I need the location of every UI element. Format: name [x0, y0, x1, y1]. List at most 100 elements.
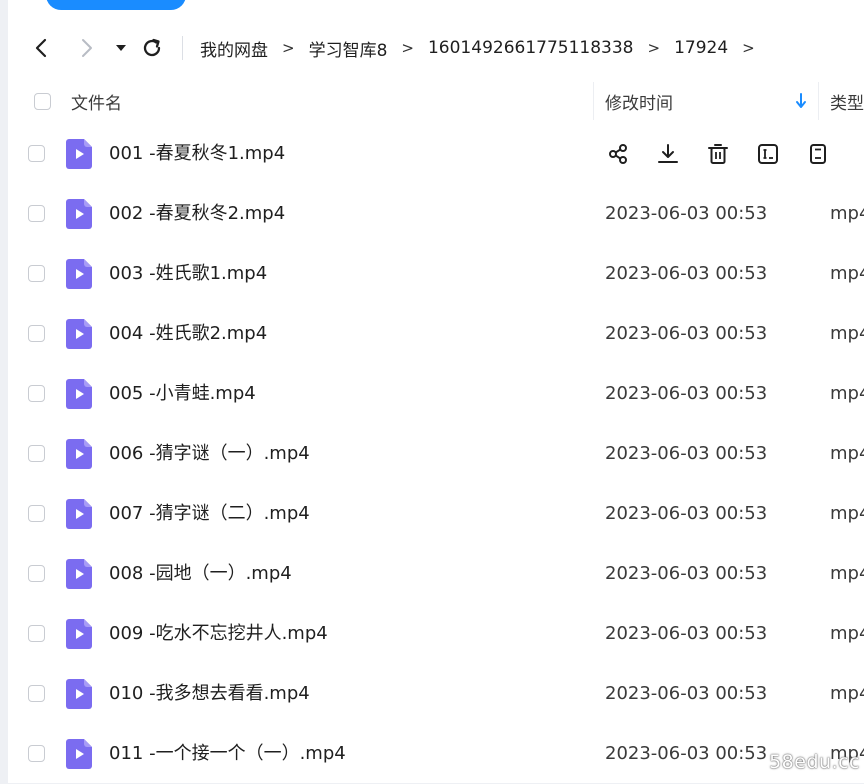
- file-modified-time: 2023-06-03 00:53: [605, 743, 768, 764]
- row-checkbox[interactable]: [28, 625, 45, 642]
- file-type: mp4: [830, 683, 864, 704]
- row-checkbox[interactable]: [28, 145, 45, 162]
- video-file-icon: [66, 439, 92, 469]
- file-name[interactable]: 011 -一个接一个（一）.mp4: [109, 724, 346, 784]
- row-checkbox[interactable]: [28, 265, 45, 282]
- file-name[interactable]: 005 -小青蛙.mp4: [109, 364, 256, 424]
- file-modified-time: 2023-06-03 00:53: [605, 263, 768, 284]
- column-header-name[interactable]: 文件名: [71, 74, 122, 128]
- file-type: mp4: [830, 203, 864, 224]
- file-modified-time: 2023-06-03 00:53: [605, 623, 768, 644]
- video-file-icon: [66, 319, 92, 349]
- file-type: mp4: [830, 323, 864, 344]
- file-modified-time: 2023-06-03 00:53: [605, 323, 768, 344]
- row-checkbox[interactable]: [28, 745, 45, 762]
- table-row[interactable]: 011 -一个接一个（一）.mp4 2023-06-03 00:53 mp4: [8, 724, 864, 784]
- video-file-icon: [66, 259, 92, 289]
- breadcrumb-item-folder[interactable]: 1601492661775118338: [428, 38, 634, 58]
- refresh-button[interactable]: [139, 35, 165, 61]
- row-checkbox[interactable]: [28, 685, 45, 702]
- row-checkbox[interactable]: [28, 205, 45, 222]
- download-button[interactable]: [655, 141, 681, 167]
- back-button[interactable]: [28, 35, 54, 61]
- file-name[interactable]: 001 -春夏秋冬1.mp4: [109, 124, 285, 184]
- forward-button[interactable]: [74, 35, 100, 61]
- share-button[interactable]: [605, 141, 631, 167]
- table-row[interactable]: 002 -春夏秋冬2.mp4 2023-06-03 00:53 mp4: [8, 184, 864, 244]
- breadcrumb-separator: >: [282, 39, 295, 57]
- table-row[interactable]: 001 -春夏秋冬1.mp4: [8, 124, 864, 184]
- row-checkbox[interactable]: [28, 565, 45, 582]
- file-modified-time: 2023-06-03 00:53: [605, 443, 768, 464]
- table-row[interactable]: 006 -猜字谜（一）.mp4 2023-06-03 00:53 mp4: [8, 424, 864, 484]
- file-type: mp4: [830, 383, 864, 404]
- download-icon: [658, 144, 678, 163]
- column-header-type[interactable]: 类型: [830, 74, 864, 128]
- file-browser-panel: 我的网盘 > 学习智库8 > 1601492661775118338 > 179…: [8, 0, 864, 783]
- table-row[interactable]: 010 -我多想去看看.mp4 2023-06-03 00:53 mp4: [8, 664, 864, 724]
- video-file-icon: [66, 139, 92, 169]
- refresh-icon: [143, 38, 161, 57]
- file-list-header: 文件名 修改时间 类型: [8, 74, 864, 129]
- video-file-icon: [66, 739, 92, 769]
- sort-descending-icon[interactable]: [794, 92, 808, 110]
- video-file-icon: [66, 619, 92, 649]
- file-name[interactable]: 002 -春夏秋冬2.mp4: [109, 184, 285, 244]
- share-icon: [609, 144, 627, 164]
- video-file-icon: [66, 199, 92, 229]
- video-file-icon: [66, 559, 92, 589]
- column-header-time[interactable]: 修改时间: [605, 74, 673, 128]
- file-info-icon: [810, 144, 826, 164]
- more-button[interactable]: [805, 141, 831, 167]
- rename-icon: [758, 144, 778, 164]
- rename-button[interactable]: [755, 141, 781, 167]
- table-row[interactable]: 004 -姓氏歌2.mp4 2023-06-03 00:53 mp4: [8, 304, 864, 364]
- chevron-right-icon: [82, 39, 92, 57]
- row-checkbox[interactable]: [28, 325, 45, 342]
- file-type: mp4: [830, 503, 864, 524]
- navigation-bar: 我的网盘 > 学习智库8 > 1601492661775118338 > 179…: [8, 22, 864, 74]
- file-name[interactable]: 004 -姓氏歌2.mp4: [109, 304, 267, 364]
- upload-button[interactable]: [46, 0, 186, 10]
- table-row[interactable]: 007 -猜字谜（二）.mp4 2023-06-03 00:53 mp4: [8, 484, 864, 544]
- breadcrumb-separator: >: [401, 39, 414, 57]
- delete-button[interactable]: [705, 141, 731, 167]
- nav-divider: [182, 36, 183, 60]
- video-file-icon: [66, 679, 92, 709]
- watermark: 58edu.cc: [769, 751, 860, 773]
- row-checkbox[interactable]: [28, 385, 45, 402]
- table-row[interactable]: 008 -园地（一）.mp4 2023-06-03 00:53 mp4: [8, 544, 864, 604]
- breadcrumb-separator: >: [647, 39, 661, 57]
- row-actions: [605, 141, 831, 167]
- table-row[interactable]: 005 -小青蛙.mp4 2023-06-03 00:53 mp4: [8, 364, 864, 424]
- table-row[interactable]: 009 -吃水不忘挖井人.mp4 2023-06-03 00:53 mp4: [8, 604, 864, 664]
- table-row[interactable]: 003 -姓氏歌1.mp4 2023-06-03 00:53 mp4: [8, 244, 864, 304]
- file-name[interactable]: 010 -我多想去看看.mp4: [109, 664, 310, 724]
- file-modified-time: 2023-06-03 00:53: [605, 203, 768, 224]
- file-name[interactable]: 009 -吃水不忘挖井人.mp4: [109, 604, 328, 664]
- video-file-icon: [66, 379, 92, 409]
- file-modified-time: 2023-06-03 00:53: [605, 503, 768, 524]
- file-name[interactable]: 006 -猜字谜（一）.mp4: [109, 424, 310, 484]
- breadcrumb-item-current[interactable]: 17924: [674, 38, 728, 58]
- breadcrumb-separator: >: [742, 39, 755, 57]
- file-modified-time: 2023-06-03 00:53: [605, 383, 768, 404]
- chevron-left-icon: [35, 38, 47, 58]
- select-all-checkbox[interactable]: [34, 92, 51, 110]
- breadcrumb: 我的网盘 > 学习智库8 > 1601492661775118338 > 179…: [200, 35, 769, 61]
- trash-icon: [708, 144, 728, 164]
- file-name[interactable]: 008 -园地（一）.mp4: [109, 544, 292, 604]
- history-dropdown-button[interactable]: [108, 35, 134, 61]
- column-divider: [593, 82, 594, 120]
- breadcrumb-item-root[interactable]: 我的网盘: [200, 36, 268, 61]
- caret-down-icon: [116, 45, 126, 51]
- row-checkbox[interactable]: [28, 445, 45, 462]
- file-name[interactable]: 007 -猜字谜（二）.mp4: [109, 484, 310, 544]
- file-modified-time: 2023-06-03 00:53: [605, 563, 768, 584]
- file-type: mp4: [830, 623, 864, 644]
- file-type: mp4: [830, 563, 864, 584]
- row-checkbox[interactable]: [28, 505, 45, 522]
- file-name[interactable]: 003 -姓氏歌1.mp4: [109, 244, 267, 304]
- breadcrumb-item-folder[interactable]: 学习智库8: [309, 36, 388, 61]
- video-file-icon: [66, 499, 92, 529]
